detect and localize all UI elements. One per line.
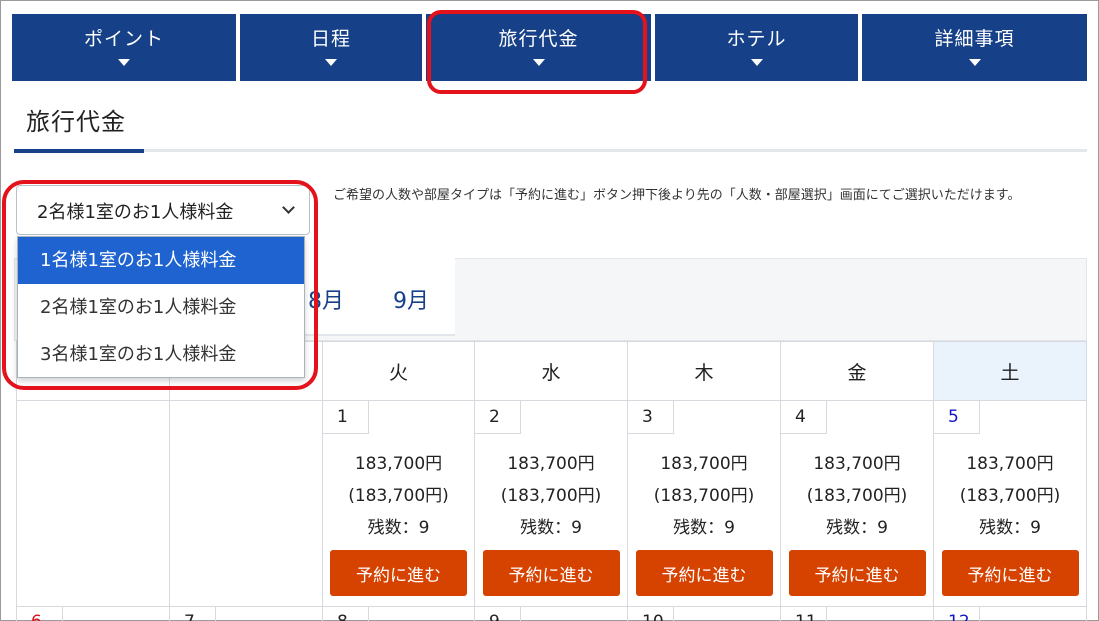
fare-option-3-persons[interactable]: 3名様1室のお1人様料金 xyxy=(18,331,304,378)
day-number: 4 xyxy=(781,401,827,434)
weekday-header: 水 xyxy=(474,341,628,401)
remaining-count: 残数：9 xyxy=(367,518,430,538)
nav-tab-label: ホテル xyxy=(726,28,787,50)
calendar-cell: 4 183,700円 (183,700円) 残数：9 予約に進む xyxy=(780,400,934,607)
weekday-header: 火 xyxy=(322,341,475,401)
nav-tab-point[interactable]: ポイント xyxy=(12,14,236,81)
day-number: 11 xyxy=(781,607,827,621)
nav-tab-label: 日程 xyxy=(310,28,351,50)
fare-option-2-persons[interactable]: 2名様1室のお1人様料金 xyxy=(18,284,304,331)
remaining-count: 残数：9 xyxy=(979,518,1041,538)
book-button[interactable]: 予約に進む xyxy=(941,550,1079,596)
book-button[interactable]: 予約に進む xyxy=(788,550,926,596)
title-underline xyxy=(14,149,144,153)
price-calendar: 火 水 木 金 土 1 183,700円 (183,700円) 残数：9 予約に… xyxy=(16,341,1087,621)
calendar-cell-empty xyxy=(16,400,170,607)
book-button[interactable]: 予約に進む xyxy=(330,550,467,596)
price: 183,700円 xyxy=(507,454,595,474)
price-sub: (183,700円) xyxy=(500,486,602,506)
weekday-header: 金 xyxy=(780,341,934,401)
calendar-cell: 2 183,700円 (183,700円) 残数：9 予約に進む xyxy=(474,400,628,607)
price-sub: (183,700円) xyxy=(653,486,755,506)
calendar-cell: 10 xyxy=(627,606,781,621)
calendar-cell: 8 xyxy=(322,606,475,621)
calendar-cell: 7 xyxy=(169,606,323,621)
caret-down-icon xyxy=(750,59,763,66)
nav-tab-label: 旅行代金 xyxy=(498,28,579,50)
weekday-header-saturday: 土 xyxy=(933,341,1087,401)
remaining-count: 残数：9 xyxy=(520,518,582,538)
remaining-count: 残数：9 xyxy=(826,518,888,538)
day-number: 2 xyxy=(475,401,521,434)
caret-down-icon xyxy=(968,59,981,66)
day-number: 8 xyxy=(323,607,369,621)
calendar-cell: 6 xyxy=(16,606,170,621)
price: 183,700円 xyxy=(660,454,748,474)
info-note: ご希望の人数や部屋タイプは「予約に進む」ボタン押下後より先の「人数・部屋選択」画… xyxy=(333,188,1021,203)
caret-down-icon xyxy=(532,59,545,66)
day-number: 9 xyxy=(475,607,521,621)
fare-option-1-person[interactable]: 1名様1室のお1人様料金 xyxy=(18,237,304,284)
price: 183,700円 xyxy=(813,454,901,474)
price-sub: (183,700円) xyxy=(806,486,908,506)
nav-tab-details[interactable]: 詳細事項 xyxy=(862,14,1087,81)
remaining-count: 残数：9 xyxy=(673,518,735,538)
title-divider xyxy=(14,149,1087,152)
calendar-cell: 5 183,700円 (183,700円) 残数：9 予約に進む xyxy=(933,400,1087,607)
section-title: 旅行代金 xyxy=(26,108,126,136)
calendar-cell: 11 xyxy=(780,606,934,621)
chevron-down-icon xyxy=(282,201,295,214)
book-button[interactable]: 予約に進む xyxy=(482,550,620,596)
price-sub: (183,700円) xyxy=(959,486,1061,506)
weekday-header: 木 xyxy=(627,341,781,401)
month-tab-september[interactable]: 9月 xyxy=(393,283,429,315)
nav-tab-hotel[interactable]: ホテル xyxy=(655,14,858,81)
book-button[interactable]: 予約に進む xyxy=(635,550,773,596)
caret-down-icon xyxy=(118,59,130,66)
fare-type-select[interactable]: 2名様1室のお1人様料金 xyxy=(16,185,310,235)
price: 183,700円 xyxy=(354,454,443,474)
nav-tab-price[interactable]: 旅行代金 xyxy=(426,14,651,81)
fare-type-select-value: 2名様1室のお1人様料金 xyxy=(37,202,234,223)
caret-down-icon xyxy=(325,59,337,66)
nav-tab-label: ポイント xyxy=(83,28,164,50)
price: 183,700円 xyxy=(966,454,1054,474)
day-number: 12 xyxy=(934,607,980,621)
calendar-cell: 12 xyxy=(933,606,1087,621)
fare-type-dropdown: 1名様1室のお1人様料金 2名様1室のお1人様料金 3名様1室のお1人様料金 xyxy=(17,236,305,378)
calendar-cell-empty xyxy=(169,400,323,607)
month-tab-august[interactable]: 8月 xyxy=(308,283,344,315)
day-number: 1 xyxy=(323,401,369,434)
day-number: 5 xyxy=(934,401,980,434)
day-number: 6 xyxy=(17,607,63,621)
day-number: 3 xyxy=(628,401,674,434)
calendar-cell: 3 183,700円 (183,700円) 残数：9 予約に進む xyxy=(627,400,781,607)
day-number: 10 xyxy=(628,607,674,621)
calendar-cell: 1 183,700円 (183,700円) 残数：9 予約に進む xyxy=(322,400,475,607)
nav-tab-schedule[interactable]: 日程 xyxy=(240,14,422,81)
price-sub: (183,700円) xyxy=(348,486,449,506)
nav-tab-label: 詳細事項 xyxy=(934,28,1015,50)
calendar-cell: 9 xyxy=(474,606,628,621)
day-number: 7 xyxy=(170,607,216,621)
